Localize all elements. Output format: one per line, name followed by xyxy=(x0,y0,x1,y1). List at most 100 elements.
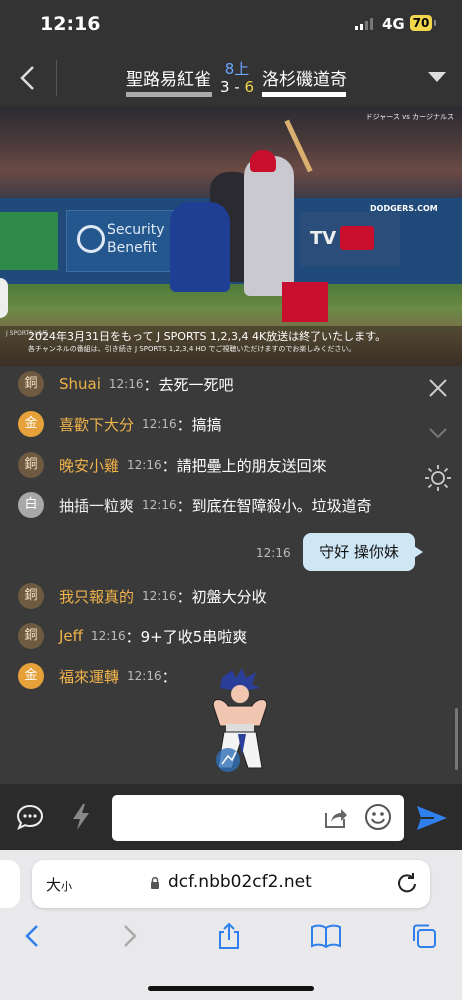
back-icon[interactable] xyxy=(22,922,42,950)
share-sheet-icon[interactable] xyxy=(216,922,242,950)
batter-helmet xyxy=(250,150,276,172)
caption-main: 2024年3月31日をもって J SPORTS 1,2,3,4 4K放送は終了い… xyxy=(28,330,387,343)
chat-message: 銅 晚安小雞 12:16 ：請把壘上的朋友送回來 xyxy=(18,452,327,478)
my-message-bubble: 守好 操你妹 xyxy=(303,533,423,571)
level-badge: 金 xyxy=(18,663,44,689)
chat-text: ：初盤大分收 xyxy=(176,587,267,606)
chat-nickname[interactable]: 喜歡下大分 xyxy=(59,414,134,435)
away-team-name: 洛杉磯道奇 xyxy=(262,70,347,90)
close-chat-icon[interactable] xyxy=(428,378,448,398)
bookmarks-icon[interactable] xyxy=(310,922,342,950)
browser-chrome: 大小 dcf.nbb02cf2.net xyxy=(0,850,462,1000)
green-ad-panel xyxy=(0,212,58,270)
broadcast-matchup: ドジャース vs カージナルス xyxy=(365,113,454,121)
game-header: 聖路易紅雀 8上 3 - 6 洛杉磯道奇 xyxy=(0,50,462,106)
battery-icon: 70 xyxy=(410,15,436,31)
batter-figure xyxy=(244,156,294,296)
mlb-logo-icon xyxy=(340,226,374,250)
chat-time: 12:16 xyxy=(127,458,162,472)
chat-input-bar xyxy=(0,784,462,850)
chat-scrollbar[interactable] xyxy=(455,708,458,770)
chat-input[interactable] xyxy=(112,795,404,841)
chat-time: 12:16 xyxy=(142,498,177,512)
away-team-bar xyxy=(262,92,346,97)
wall-text: DODGERS.COM xyxy=(370,204,438,213)
chat-nickname[interactable]: 福來運轉 xyxy=(59,666,119,687)
reload-icon[interactable] xyxy=(396,872,418,894)
security-benefit-logo-icon xyxy=(77,225,105,253)
score-separator: - xyxy=(229,78,245,96)
level-badge: 銅 xyxy=(18,371,44,397)
level-badge: 銅 xyxy=(18,583,44,609)
home-team-bar xyxy=(126,92,212,97)
chat-message: 銅 我只報真的 12:16 ：初盤大分收 xyxy=(18,583,267,609)
home-team-name: 聖路易紅雀 xyxy=(126,70,211,90)
status-bar: 12:16 4G 70 xyxy=(0,0,462,50)
header-divider xyxy=(56,60,57,96)
chat-time: 12:16 xyxy=(91,629,126,643)
security-benefit-ad: Security Benefit xyxy=(66,210,178,272)
chat-text: ：到底在智障殺小。垃圾道奇 xyxy=(176,496,372,515)
status-time: 12:16 xyxy=(40,13,101,35)
level-badge: 金 xyxy=(18,411,44,437)
catcher-figure xyxy=(170,202,230,292)
forward-icon[interactable] xyxy=(120,922,140,950)
chat-nickname[interactable]: 抽插一粒爽 xyxy=(59,495,134,516)
chat-message: 金 福來運轉 12:16 ： xyxy=(18,663,177,689)
browser-toolbar xyxy=(0,922,462,952)
brightness-icon[interactable] xyxy=(424,464,452,492)
level-badge: 銅 xyxy=(18,452,44,478)
lock-icon xyxy=(151,877,159,889)
chat-time: 12:16 xyxy=(142,589,177,603)
chat-text: ：搞搞 xyxy=(176,415,222,434)
mlb-tv-ad: TV xyxy=(300,212,400,266)
inning-indicator: 8上 xyxy=(224,60,250,78)
chat-text: ： xyxy=(161,667,177,686)
network-type: 4G xyxy=(382,15,405,33)
chat-nickname[interactable]: Shuai xyxy=(59,375,101,393)
emoji-icon[interactable] xyxy=(364,803,392,831)
away-score: 6 xyxy=(244,78,255,96)
home-indicator xyxy=(148,986,314,991)
video-player[interactable]: Security Benefit TV DODGERS.COM ドジャース vs… xyxy=(0,106,462,366)
text-size-button[interactable]: 大小 xyxy=(46,874,72,895)
text-size-small: 小 xyxy=(61,880,73,893)
chat-message: 銅 Shuai 12:16 ：去死一死吧 xyxy=(18,371,234,397)
caption-sub: 各チャンネルの番組は、引き続き J SPORTS 1,2,3,4 HD でご視聴… xyxy=(28,345,356,353)
chevron-down-icon[interactable] xyxy=(428,426,448,440)
chat-bubble-icon[interactable] xyxy=(16,803,44,831)
mlb-tv-text: TV xyxy=(310,228,337,249)
ball-blur xyxy=(0,278,8,318)
muscle-man-sticker xyxy=(212,668,268,772)
share-icon[interactable] xyxy=(322,805,348,829)
chat-time: 12:16 xyxy=(108,377,144,391)
scoreboard: 3 - 6 xyxy=(214,78,260,96)
my-message-time: 12:16 xyxy=(256,546,291,560)
dropdown-triangle-icon[interactable] xyxy=(428,72,446,82)
chat-message: 金 喜歡下大分 12:16 ：搞搞 xyxy=(18,411,222,437)
level-badge: 銅 xyxy=(18,623,44,649)
lightning-icon[interactable] xyxy=(70,803,92,831)
text-size-large: 大 xyxy=(46,876,62,894)
chat-text: ：去死一死吧 xyxy=(143,375,234,394)
send-icon[interactable] xyxy=(416,805,448,831)
cellular-signal-icon xyxy=(355,18,373,30)
tabs-icon[interactable] xyxy=(410,922,438,950)
url-text: dcf.nbb02cf2.net xyxy=(168,872,312,892)
chat-text: ：請把壘上的朋友送回來 xyxy=(161,456,327,475)
back-arrow-icon[interactable] xyxy=(16,64,40,92)
chat-nickname[interactable]: 我只報真的 xyxy=(59,586,134,607)
home-score: 3 xyxy=(219,78,230,96)
chat-message: 銅 Jeff 12:16 ：9+了收5串啦爽 xyxy=(18,623,247,649)
chat-area[interactable]: 銅 Shuai 12:16 ：去死一死吧 金 喜歡下大分 12:16 ：搞搞 銅… xyxy=(0,366,462,784)
chat-nickname[interactable]: Jeff xyxy=(59,627,83,645)
address-bar[interactable]: 大小 dcf.nbb02cf2.net xyxy=(32,860,430,908)
security-benefit-text: Security Benefit xyxy=(107,222,165,256)
chat-time: 12:16 xyxy=(142,417,177,431)
level-badge: 白 xyxy=(18,492,44,518)
chat-nickname[interactable]: 晚安小雞 xyxy=(59,455,119,476)
chat-time: 12:16 xyxy=(127,669,162,683)
previous-tab-edge[interactable] xyxy=(0,860,20,908)
chat-text: ：9+了收5串啦爽 xyxy=(125,627,248,646)
batter-socks xyxy=(282,282,328,322)
